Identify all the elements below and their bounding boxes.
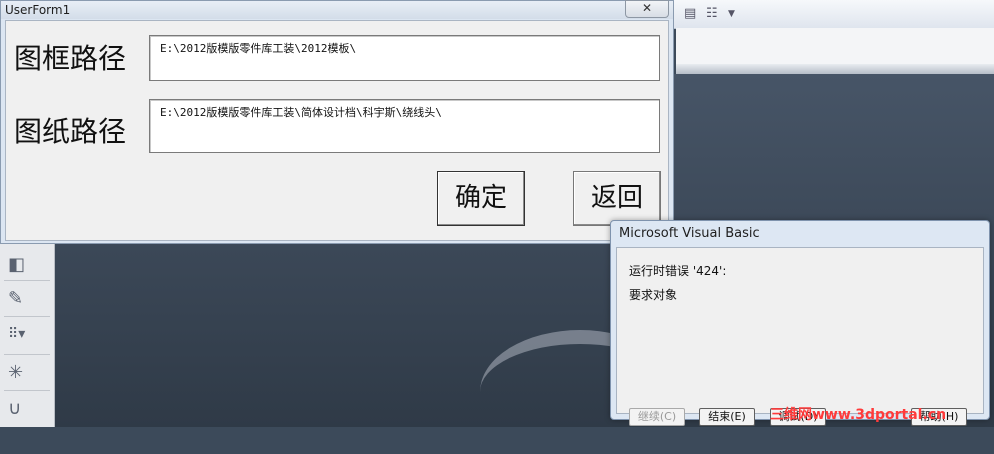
- list-view-icon[interactable]: ☷: [706, 6, 722, 22]
- app-ribbon: [676, 28, 994, 65]
- sparkle-icon[interactable]: ✳: [8, 362, 23, 383]
- close-icon: ✕: [641, 1, 653, 15]
- back-button[interactable]: 返回: [573, 171, 661, 226]
- userform-client: 图框路径 E:\2012版模版零件库工装\2012模板\ 图纸路径 E:\201…: [5, 20, 669, 241]
- drawing-path-input[interactable]: E:\2012版模版零件库工装\简体设计档\科宇斯\绕线头\: [149, 99, 660, 153]
- frame-path-label: 图框路径: [14, 42, 127, 75]
- error-line: 运行时错误 '424':: [629, 264, 727, 278]
- pattern-icon[interactable]: ⠿▾: [8, 326, 25, 342]
- drawing-path-label: 图纸路径: [14, 115, 127, 148]
- vb-dialog-client: 运行时错误 '424': 要求对象 继续(C) 结束(E) 调试(D) 帮助(H…: [616, 247, 984, 426]
- ok-button[interactable]: 确定: [437, 171, 525, 226]
- chevron-down-icon[interactable]: ▼: [728, 9, 744, 25]
- userform-titlebar[interactable]: UserForm1 ✕: [1, 0, 673, 19]
- continue-button[interactable]: 继续(C): [629, 408, 685, 426]
- panel-divider: [4, 354, 50, 355]
- panel-divider: [4, 316, 50, 317]
- curve-icon[interactable]: ∪: [8, 398, 21, 419]
- app-ribbon-edge: [676, 64, 994, 74]
- vb-dialog-title: Microsoft Visual Basic: [619, 226, 760, 241]
- frame-path-input[interactable]: E:\2012版模版零件库工装\2012模板\: [149, 35, 660, 81]
- userform-title: UserForm1: [5, 3, 71, 17]
- vb-error-dialog: Microsoft Visual Basic 运行时错误 '424': 要求对象…: [610, 220, 990, 426]
- panel-divider: [4, 280, 50, 281]
- userform-window: UserForm1 ✕ 图框路径 E:\2012版模版零件库工装\2012模板\…: [0, 0, 674, 244]
- properties-icon[interactable]: ▤: [684, 6, 700, 22]
- error-message: 要求对象: [629, 288, 678, 302]
- left-command-panel: ◧ ✎ ⠿▾ ✳ ∪: [0, 244, 55, 427]
- app-toolbar-right: ▤ ☷ ▼: [676, 0, 994, 28]
- wand-icon[interactable]: ✎: [8, 288, 23, 309]
- cube-icon[interactable]: ◧: [8, 254, 25, 275]
- end-button[interactable]: 结束(E): [699, 408, 755, 426]
- close-button[interactable]: ✕: [625, 0, 669, 18]
- site-watermark: 三维网www.3dportal.cn: [770, 407, 947, 423]
- panel-divider: [4, 390, 50, 391]
